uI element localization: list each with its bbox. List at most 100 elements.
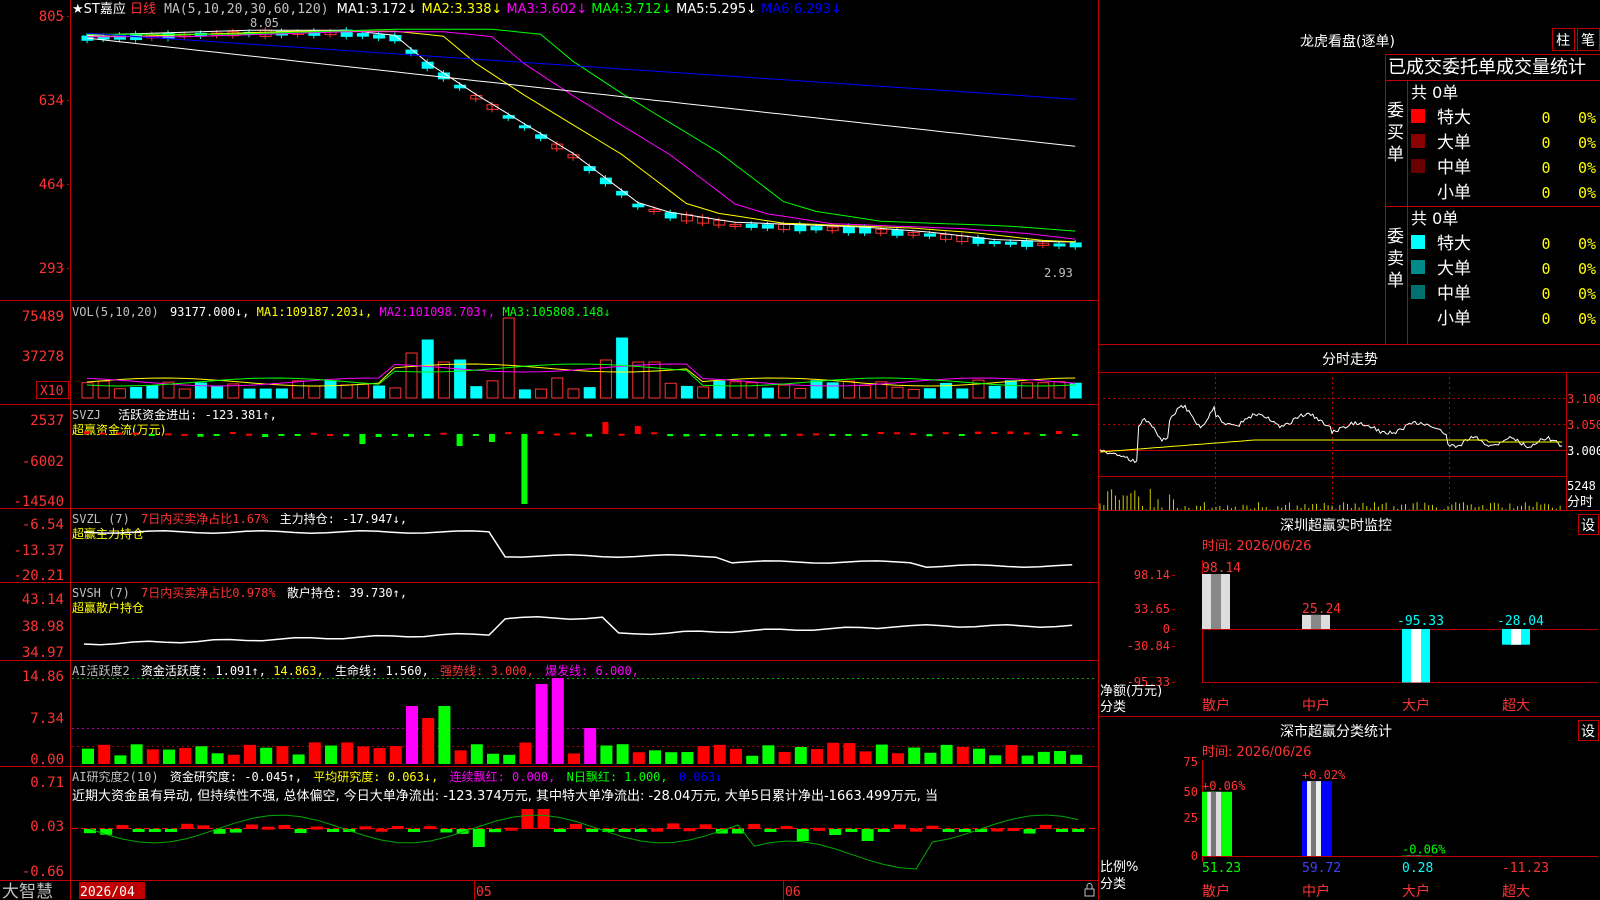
svzj-bar (132, 432, 139, 435)
ai-research-bar (667, 823, 680, 829)
volume-bar (292, 380, 305, 399)
sz-monitor-category: 中户 (1302, 697, 1330, 714)
price-axis-label: 293 (39, 261, 64, 277)
row-pct: 0% (1578, 260, 1596, 278)
ai-research-bar (148, 829, 161, 832)
ai-research-bar (829, 829, 842, 835)
ai-active-bar (649, 750, 661, 764)
volume-bar (778, 384, 791, 399)
svzj-bar (683, 434, 690, 437)
volume-bar (421, 339, 434, 399)
ai-active-bar (989, 755, 1002, 764)
candle (891, 229, 904, 236)
svzj-bar (877, 431, 884, 434)
svzj-bar (991, 431, 998, 434)
ai-active-bar (908, 747, 921, 764)
volume-bar (956, 388, 969, 399)
lock-icon[interactable] (1084, 883, 1095, 897)
volume-bar (713, 380, 726, 399)
ai-active-bar (535, 684, 548, 764)
ai-active-bar (762, 745, 775, 764)
volume-bar (486, 380, 499, 399)
price-axis-label: 805 (39, 9, 64, 25)
row-count: 0 (1541, 310, 1550, 328)
ai-active-bar (924, 752, 937, 764)
svzj-bar (845, 434, 852, 436)
row-count: 0 (1541, 134, 1550, 152)
sz-class-xlabel: 分类 (1100, 877, 1126, 892)
ai-active-bar (438, 706, 451, 764)
price-axis-label: 464 (39, 177, 64, 193)
volume-ma-line (86, 363, 1076, 387)
ai-active-bar (875, 744, 888, 764)
svzj-bar (262, 434, 269, 437)
candle (923, 233, 936, 237)
ai-active-bar (227, 754, 240, 764)
candle (842, 225, 855, 234)
svzj-bar (359, 434, 366, 444)
ma-label: MA4: (591, 2, 624, 17)
intraday-axis-label: 3.100 (1567, 392, 1600, 406)
sell-side-total: 共 0单 (1411, 209, 1458, 228)
ai-active-bar (632, 752, 645, 764)
volume-bar (243, 388, 256, 399)
ai-active-bar (730, 748, 742, 764)
ai-research-bar (100, 829, 113, 835)
sell-side-label-char: 单 (1387, 271, 1404, 291)
volume-bar (859, 385, 872, 399)
svzj-bar (861, 434, 868, 436)
svzj-bar (732, 434, 738, 436)
sz-class-top-label: -0.06% (1402, 843, 1446, 857)
sell-side-label-char: 委 (1387, 227, 1404, 247)
svzj-bar (197, 434, 204, 437)
svzj-bar (634, 426, 641, 434)
row-pct: 0% (1578, 285, 1596, 303)
ma-value: 3.712↓ (624, 2, 672, 17)
period-label[interactable]: 日线 (130, 2, 156, 17)
svzj-bar (1007, 431, 1014, 434)
sz-monitor-axis-label: 33.65 (1134, 602, 1170, 616)
volume-bar (275, 388, 288, 399)
row-color-swatch (1411, 285, 1425, 299)
svzl-axis-label: -6.54 (22, 517, 64, 533)
volume-bar (405, 352, 418, 399)
ai-active-bar (892, 753, 904, 764)
row-color-swatch (1411, 235, 1425, 249)
volume-bar (794, 388, 807, 399)
sz-monitor-axis-label: -30.84 (1127, 639, 1170, 653)
ai-research-bar (942, 829, 955, 832)
volume-bar (1053, 381, 1066, 399)
sz-monitor-title: 深圳超赢实时监控 (1280, 517, 1392, 534)
intraday-grid (1098, 372, 1567, 510)
ai-active-bar (454, 750, 467, 764)
candle (761, 224, 774, 229)
sz-class-title: 深市超赢分类统计 (1280, 723, 1392, 740)
volume-bar (454, 359, 467, 399)
svzj-bar (440, 432, 447, 435)
intraday-vol-value: 5248 (1567, 479, 1596, 493)
ai-active-bar (82, 748, 94, 764)
volume-bar (340, 384, 353, 399)
stock-name[interactable]: ★ST嘉应 (72, 1, 126, 17)
volume-bar (664, 382, 677, 399)
ai-research-bar (764, 829, 777, 832)
ai-research-bar (294, 829, 307, 834)
row-name: 中单 (1437, 158, 1471, 178)
sz-class-top-label: +0.02% (1302, 768, 1346, 782)
svzj-bar (310, 432, 317, 435)
svzl-header: SVZL (7) 7日内买卖净占比1.67% 主力持仓: -17.947↓, (72, 511, 407, 526)
sell-side-label-char: 卖 (1387, 249, 1404, 269)
ma-params: MA(5,10,20,30,60,120) (164, 2, 328, 17)
ma-label: MA6: (761, 2, 794, 17)
ai-research-bar (375, 828, 388, 832)
candle (859, 226, 872, 234)
vol-unit-label: X10 (40, 384, 63, 399)
vol-ma1: MA1: (257, 305, 286, 319)
volume-bar (146, 385, 159, 399)
ai-research-bar (586, 829, 599, 832)
ai-research-bar (359, 826, 372, 830)
svzj-header: SVZJ 活跃资金进出: -123.381↑, (72, 407, 277, 422)
svsh-axis-label: 34.97 (22, 645, 64, 661)
svzj-bar (570, 432, 576, 435)
sz-class-time: 时间: 2026/06/26 (1202, 745, 1311, 760)
